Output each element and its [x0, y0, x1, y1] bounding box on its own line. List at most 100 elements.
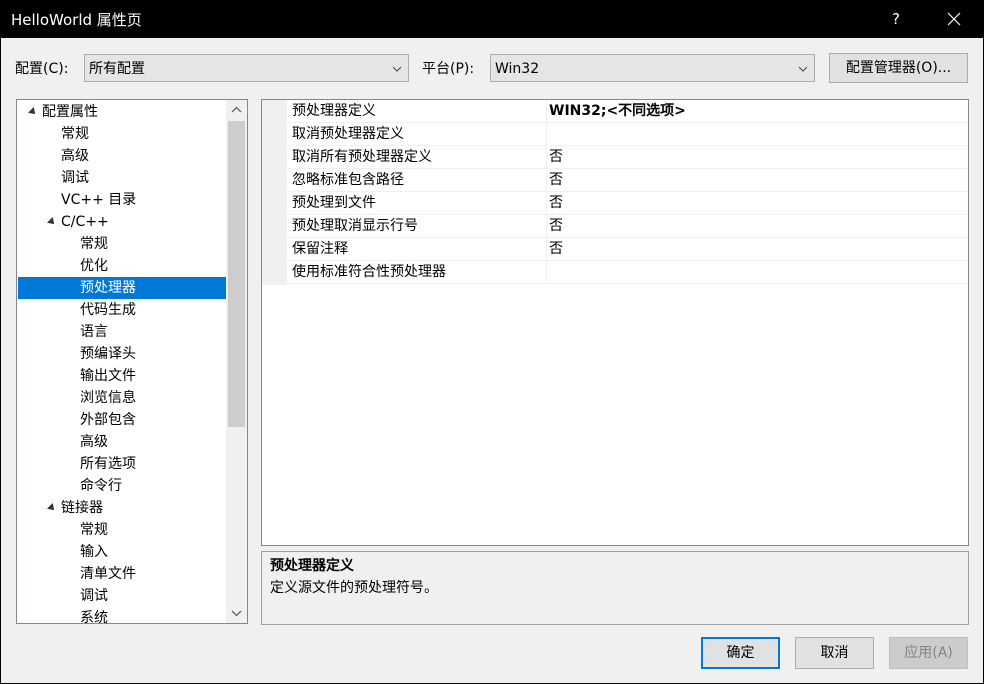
- column-divider: [546, 123, 547, 146]
- tree-item[interactable]: 高级: [18, 431, 226, 453]
- property-name: 忽略标准包含路径: [292, 172, 404, 188]
- chevron-down-icon: [393, 66, 401, 72]
- tree-item[interactable]: 优化: [18, 255, 226, 277]
- property-value[interactable]: 否: [549, 194, 563, 213]
- column-divider: [546, 100, 547, 123]
- platform-combo[interactable]: Win32: [490, 54, 815, 82]
- tree-item-label: 常规: [80, 236, 108, 252]
- expand-triangle-icon[interactable]: [28, 107, 38, 117]
- tree-item[interactable]: 语言: [18, 321, 226, 343]
- tree-item-label: 浏览信息: [80, 390, 136, 406]
- tree-item-label: 清单文件: [80, 566, 136, 582]
- title-bar: HelloWorld 属性页 ?: [0, 0, 984, 38]
- close-button[interactable]: [934, 3, 974, 35]
- tree-item-label: VC++ 目录: [61, 192, 137, 208]
- tree-item-label: 外部包含: [80, 412, 136, 428]
- tree-item-label: 预编译头: [80, 346, 136, 362]
- tree-item-label: 调试: [80, 588, 108, 604]
- tree-item-label: 高级: [80, 434, 108, 450]
- tree-item-label: 预处理器: [80, 280, 136, 296]
- tree-item[interactable]: 高级: [18, 145, 226, 167]
- tree-item[interactable]: 浏览信息: [18, 387, 226, 409]
- column-divider: [546, 169, 547, 192]
- property-name: 取消预处理器定义: [292, 126, 404, 142]
- tree-item-label: 常规: [80, 522, 108, 538]
- tree-item[interactable]: C/C++: [18, 211, 226, 233]
- property-value[interactable]: 否: [549, 217, 563, 236]
- tree-item[interactable]: 系统: [18, 607, 226, 624]
- ok-button[interactable]: 确定: [701, 637, 780, 669]
- property-value[interactable]: 否: [549, 240, 563, 259]
- tree-item[interactable]: 常规: [18, 519, 226, 541]
- tree-item[interactable]: 常规: [18, 233, 226, 255]
- tree-item-label: 代码生成: [80, 302, 136, 318]
- description-title: 预处理器定义: [270, 558, 354, 574]
- cancel-button[interactable]: 取消: [795, 637, 874, 669]
- platform-value: Win32: [495, 61, 540, 77]
- description-panel: 预处理器定义 定义源文件的预处理符号。: [261, 551, 969, 625]
- tree-item-label: 高级: [61, 148, 89, 164]
- tree-item-label: 配置属性: [42, 104, 98, 120]
- column-divider: [546, 238, 547, 261]
- window-title: HelloWorld 属性页: [11, 11, 142, 29]
- property-name: 使用标准符合性预处理器: [292, 264, 446, 280]
- tree-item[interactable]: 链接器: [18, 497, 226, 519]
- tree-item-label: 输入: [80, 544, 108, 560]
- config-value: 所有配置: [89, 61, 145, 77]
- expand-triangle-icon[interactable]: [47, 503, 57, 513]
- tree-item-label: 所有选项: [80, 456, 136, 472]
- chevron-down-icon: [799, 66, 807, 72]
- expand-triangle-icon[interactable]: [47, 217, 57, 227]
- property-row[interactable]: 取消所有预处理器定义 否: [287, 146, 968, 169]
- property-value[interactable]: WIN32;<不同选项>: [549, 102, 686, 121]
- property-row[interactable]: 预处理到文件 否: [287, 192, 968, 215]
- tree-item[interactable]: 外部包含: [18, 409, 226, 431]
- property-name: 取消所有预处理器定义: [292, 149, 432, 165]
- property-value[interactable]: 否: [549, 171, 563, 190]
- tree-item[interactable]: 代码生成: [18, 299, 226, 321]
- tree-item[interactable]: 所有选项: [18, 453, 226, 475]
- column-divider: [546, 261, 547, 284]
- property-row[interactable]: 使用标准符合性预处理器: [287, 261, 968, 284]
- tree-item[interactable]: 调试: [18, 585, 226, 607]
- close-icon: [947, 12, 961, 26]
- help-button[interactable]: ?: [878, 3, 914, 35]
- description-text: 定义源文件的预处理符号。: [270, 580, 438, 596]
- scroll-down-icon[interactable]: [226, 603, 247, 623]
- tree-item[interactable]: 清单文件: [18, 563, 226, 585]
- property-name: 预处理到文件: [292, 195, 376, 211]
- column-divider: [546, 215, 547, 238]
- tree-item[interactable]: 常规: [18, 123, 226, 145]
- column-divider: [546, 192, 547, 215]
- scroll-up-icon[interactable]: [226, 100, 247, 120]
- tree-item-label: 系统: [80, 610, 108, 624]
- tree-item-label: 输出文件: [80, 368, 136, 384]
- column-divider: [546, 146, 547, 169]
- property-value[interactable]: 否: [549, 148, 563, 167]
- property-row[interactable]: 预处理取消显示行号 否: [287, 215, 968, 238]
- property-row[interactable]: 保留注释 否: [287, 238, 968, 261]
- tree-item[interactable]: VC++ 目录: [18, 189, 226, 211]
- tree-item[interactable]: 输出文件: [18, 365, 226, 387]
- config-manager-button[interactable]: 配置管理器(O)...: [829, 53, 968, 83]
- apply-button[interactable]: 应用(A): [889, 637, 968, 669]
- grid-gutter: [262, 100, 287, 285]
- scrollbar-thumb[interactable]: [228, 121, 245, 427]
- property-grid: 预处理器定义 WIN32;<不同选项> 取消预处理器定义 取消所有预处理器定义否忽略标…: [261, 99, 969, 546]
- tree-item[interactable]: 调试: [18, 167, 226, 189]
- tree-item-label: 调试: [61, 170, 89, 186]
- tree-item[interactable]: 命令行: [18, 475, 226, 497]
- config-label: 配置(C):: [15, 61, 69, 77]
- tree-item-label: 优化: [80, 258, 108, 274]
- property-name: 保留注释: [292, 241, 348, 257]
- tree-item-label: 语言: [80, 324, 108, 340]
- tree-scrollbar[interactable]: [226, 100, 247, 623]
- config-combo[interactable]: 所有配置: [84, 54, 409, 82]
- property-row[interactable]: 预处理器定义 WIN32;<不同选项>: [287, 100, 968, 123]
- tree-item[interactable]: 预编译头: [18, 343, 226, 365]
- tree-item[interactable]: 输入: [18, 541, 226, 563]
- tree-item[interactable]: 预处理器: [18, 277, 226, 299]
- property-row[interactable]: 忽略标准包含路径 否: [287, 169, 968, 192]
- tree-item[interactable]: 配置属性: [18, 101, 226, 123]
- property-row[interactable]: 取消预处理器定义: [287, 123, 968, 146]
